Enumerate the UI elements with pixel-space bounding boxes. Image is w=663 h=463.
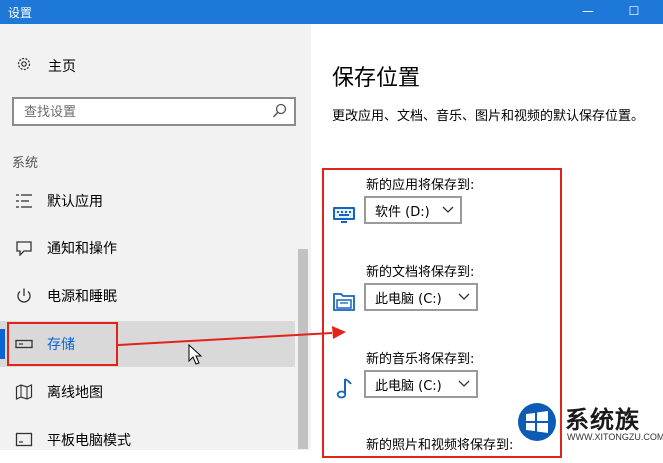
gear-icon <box>14 56 34 76</box>
window-title: 设置 <box>8 6 33 20</box>
watermark-url: WWW.XITONGZU.COM <box>567 432 663 442</box>
sidebar-item-label: 平板电脑模式 <box>47 433 131 449</box>
power-icon <box>13 285 35 307</box>
tablet-icon <box>13 429 35 451</box>
notifications-icon <box>13 237 35 259</box>
home-link[interactable]: 主页 <box>14 54 76 78</box>
sidebar-item-label: 默认应用 <box>47 194 103 210</box>
sidebar-item-tablet-mode[interactable]: 平板电脑模式 <box>0 417 295 463</box>
search-icon[interactable] <box>270 100 290 122</box>
mouse-cursor-icon <box>188 344 203 365</box>
page-description: 更改应用、文档、音乐、图片和视频的默认保存位置。 <box>332 109 645 124</box>
watermark: 系统族 WWW.XITONGZU.COM <box>513 398 663 450</box>
search-input[interactable] <box>22 102 266 123</box>
sidebar-item-label: 通知和操作 <box>47 241 117 257</box>
sidebar-scrollbar[interactable] <box>298 179 308 450</box>
sidebar-item-label: 离线地图 <box>47 385 103 401</box>
annotation-highlight-storage <box>7 322 118 366</box>
scrollbar-thumb[interactable] <box>298 249 308 449</box>
sidebar-item-offline-maps[interactable]: 离线地图 <box>0 369 295 415</box>
home-label: 主页 <box>48 59 76 75</box>
sidebar-item-label: 电源和睡眠 <box>47 289 117 305</box>
sidebar-item-power[interactable]: 电源和睡眠 <box>0 273 295 319</box>
sidebar-item-notifications[interactable]: 通知和操作 <box>0 225 295 271</box>
section-label-system: 系统 <box>12 156 39 171</box>
title-bar: 设置 — ☐ <box>0 0 663 24</box>
maximize-button[interactable]: ☐ <box>612 0 656 24</box>
minimize-button[interactable]: — <box>566 0 610 24</box>
page-title: 保存位置 <box>332 66 421 91</box>
watermark-text: 系统族 <box>565 406 640 434</box>
search-box[interactable] <box>12 97 296 126</box>
active-indicator <box>0 329 5 359</box>
map-icon <box>13 381 35 403</box>
sidebar: 主页 系统 默认应用 通知和操作 电源和睡眠 存储 <box>0 24 311 450</box>
windows-logo-icon <box>518 403 556 441</box>
sidebar-item-default-apps[interactable]: 默认应用 <box>0 178 295 224</box>
default-apps-icon <box>13 190 35 212</box>
